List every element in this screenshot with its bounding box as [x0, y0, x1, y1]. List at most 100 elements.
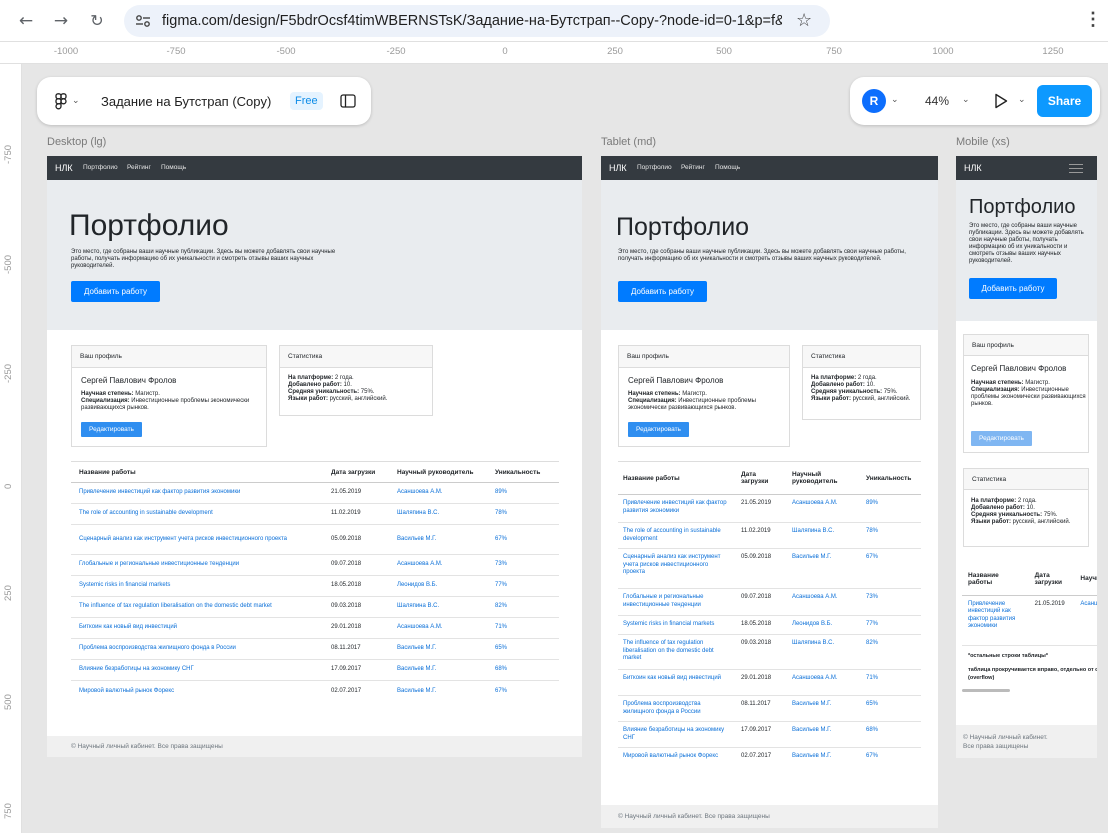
edit-profile-button[interactable]: Редактировать — [971, 431, 1032, 446]
chevron-down-icon[interactable]: ⌄ — [962, 94, 970, 105]
supervisor-link[interactable]: Васильев М.Г. — [787, 548, 861, 589]
play-icon[interactable] — [994, 93, 1008, 109]
nav-link-help[interactable]: Помощь — [161, 164, 186, 171]
supervisor-link[interactable]: Асаншоева А.М. — [389, 482, 487, 504]
supervisor-link[interactable]: Васильев М.Г. — [787, 695, 861, 722]
work-title-link[interactable]: Привлечение инвестиций как фактор развит… — [618, 494, 736, 523]
jumbotron: Портфолио Это место, где собраны ваши на… — [601, 180, 938, 330]
work-title-link[interactable]: Привлечение инвестиций как фактор развит… — [962, 594, 1029, 645]
supervisor-link[interactable]: Асаншоева А.М. — [1074, 594, 1097, 645]
work-title-link[interactable]: Глобальные и региональные инвестиционные… — [71, 554, 323, 576]
work-title-link[interactable]: The influence of tax regulation liberali… — [71, 596, 323, 618]
nav-link-portfolio[interactable]: Портфолио — [83, 164, 118, 171]
work-title-link[interactable]: Сценарный анализ как инструмент учета ри… — [71, 524, 323, 555]
work-title-link[interactable]: Сценарный анализ как инструмент учета ри… — [618, 548, 736, 589]
upload-date: 09.03.2018 — [736, 634, 787, 670]
navbar-brand[interactable]: НЛК — [964, 163, 982, 173]
navbar-brand[interactable]: НЛК — [609, 163, 627, 173]
frame-label-mobile[interactable]: Mobile (xs) — [956, 136, 1010, 148]
upload-date: 18.05.2018 — [736, 615, 787, 635]
supervisor-link[interactable]: Асаншоева А.М. — [787, 494, 861, 523]
ruler-tick: 0 — [3, 483, 14, 489]
supervisor-link[interactable]: Асаншоева А.М. — [389, 554, 487, 576]
bookmark-star-icon[interactable]: ☆ — [796, 10, 812, 31]
work-title-link[interactable]: The role of accounting in sustainable de… — [71, 503, 323, 525]
table-note: *остальные строки таблицы* таблица прокр… — [962, 644, 1097, 689]
add-work-button[interactable]: Добавить работу — [618, 281, 707, 302]
work-title-link[interactable]: Systemic risks in financial markets — [71, 575, 323, 597]
supervisor-link[interactable]: Шаляпина В.С. — [787, 634, 861, 670]
work-title-link[interactable]: Глобальные и региональные инвестиционные… — [618, 588, 736, 616]
uniqueness-value: 67% — [487, 680, 559, 702]
work-title-link[interactable]: Проблема воспроизводства жилищного фонда… — [618, 695, 736, 722]
uniqueness-value: 77% — [861, 615, 921, 635]
back-icon[interactable]: ← — [14, 9, 38, 33]
work-title-link[interactable]: Мировой валютный рынок Форекс — [618, 747, 736, 774]
site-settings-icon[interactable] — [135, 14, 151, 28]
work-title-link[interactable]: Влияние безработицы на экономику СНГ — [71, 659, 323, 681]
chevron-down-icon[interactable]: ⌄ — [891, 94, 899, 105]
supervisor-link[interactable]: Васильев М.Г. — [787, 747, 861, 774]
table-row: Глобальные и региональные инвестиционные… — [618, 588, 921, 616]
supervisor-link[interactable]: Шаляпина В.С. — [787, 522, 861, 549]
browser-menu-icon[interactable]: ⋮ — [1084, 9, 1102, 30]
footer-text: © Научный личный кабинет. Все права защи… — [71, 743, 223, 750]
table-row: Проблема воспроизводства жилищного фонда… — [618, 695, 921, 722]
supervisor-link[interactable]: Васильев М.Г. — [389, 524, 487, 555]
reload-icon[interactable]: ↻ — [85, 9, 109, 33]
supervisor-link[interactable]: Асаншоева А.М. — [787, 588, 861, 616]
share-button[interactable]: Share — [1037, 85, 1092, 117]
add-work-button[interactable]: Добавить работу — [969, 278, 1057, 299]
edit-profile-button[interactable]: Редактировать — [81, 422, 142, 437]
work-title-link[interactable]: The role of accounting in sustainable de… — [618, 522, 736, 549]
supervisor-link[interactable]: Шаляпина В.С. — [389, 596, 487, 618]
browser-toolbar: ← → ↻ figma.com/design/F5bdrOcsf4timWBER… — [0, 0, 1108, 42]
frame-tablet[interactable]: НЛК Портфолио Рейтинг Помощь Портфолио Э… — [601, 156, 938, 828]
nav-link-portfolio[interactable]: Портфолио — [637, 164, 672, 171]
work-title-link[interactable]: The influence of tax regulation liberali… — [618, 634, 736, 670]
table-header: Название работы — [618, 461, 736, 495]
supervisor-link[interactable]: Леонидов В.Б. — [389, 575, 487, 597]
nav-link-rating[interactable]: Рейтинг — [681, 164, 705, 171]
add-work-button[interactable]: Добавить работу — [71, 281, 160, 302]
supervisor-link[interactable]: Асаншоева А.М. — [389, 617, 487, 639]
upload-date: 08.11.2017 — [323, 638, 389, 660]
file-title[interactable]: Задание на Бутстрап (Copy) — [101, 94, 271, 109]
address-bar[interactable]: figma.com/design/F5bdrOcsf4timWBERNSTsK/… — [124, 5, 830, 37]
frame-label-tablet[interactable]: Tablet (md) — [601, 136, 656, 148]
chevron-down-icon[interactable]: ⌄ — [1018, 94, 1026, 105]
edit-profile-button[interactable]: Редактировать — [628, 422, 689, 437]
work-title-link[interactable]: Привлечение инвестиций как фактор развит… — [71, 482, 323, 504]
table-row: The role of accounting in sustainable de… — [618, 522, 921, 549]
navbar-brand[interactable]: НЛК — [55, 163, 73, 173]
supervisor-link[interactable]: Шаляпина В.С. — [389, 503, 487, 525]
supervisor-link[interactable]: Васильев М.Г. — [389, 659, 487, 681]
supervisor-link[interactable]: Асаншоева А.М. — [787, 669, 861, 696]
chevron-down-icon[interactable]: ⌄ — [72, 95, 80, 106]
work-title-link[interactable]: Биткоин как новый вид инвестиций — [71, 617, 323, 639]
supervisor-link[interactable]: Леонидов В.Б. — [787, 615, 861, 635]
work-title-link[interactable]: Systemic risks in financial markets — [618, 615, 736, 635]
work-title-link[interactable]: Влияние безработицы на экономику СНГ — [618, 721, 736, 748]
work-title-link[interactable]: Проблема воспроизводства жилищного фонда… — [71, 638, 323, 660]
forward-icon[interactable]: → — [49, 9, 73, 33]
mobile-table-scroll[interactable]: Название работы Дата загрузки Научн Прив… — [962, 563, 1097, 693]
frame-label-desktop[interactable]: Desktop (lg) — [47, 136, 106, 148]
zoom-level[interactable]: 44% — [925, 94, 949, 108]
profile-card: Ваш профиль Сергей Павлович Фролов Научн… — [71, 345, 267, 447]
nav-link-rating[interactable]: Рейтинг — [127, 164, 151, 171]
supervisor-link[interactable]: Васильев М.Г. — [787, 721, 861, 748]
supervisor-link[interactable]: Васильев М.Г. — [389, 638, 487, 660]
work-title-link[interactable]: Биткоин как новый вид инвестиций — [618, 669, 736, 696]
frame-mobile[interactable]: НЛК Портфолио Это место, где собраны ваш… — [956, 156, 1097, 758]
avatar[interactable]: R — [862, 89, 886, 113]
work-title-link[interactable]: Мировой валютный рынок Форекс — [71, 680, 323, 702]
horizontal-scrollbar[interactable] — [962, 689, 1010, 692]
figma-logo-icon[interactable] — [55, 93, 67, 110]
supervisor-link[interactable]: Васильев М.Г. — [389, 680, 487, 702]
nav-link-help[interactable]: Помощь — [715, 164, 740, 171]
sidebar-toggle-icon[interactable] — [340, 94, 356, 108]
frame-desktop[interactable]: НЛК Портфолио Рейтинг Помощь Портфолио Э… — [47, 156, 582, 757]
uniqueness-value: 71% — [487, 617, 559, 639]
hamburger-menu-icon[interactable] — [1069, 163, 1083, 173]
